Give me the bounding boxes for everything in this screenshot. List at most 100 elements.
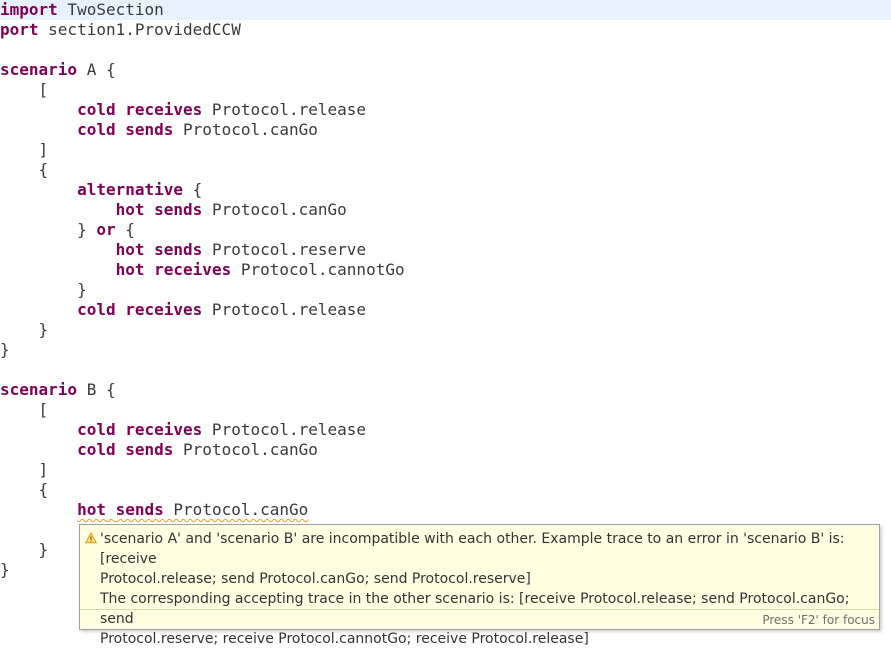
keyword-token: cold [77,440,116,459]
popup-divider [80,609,879,610]
code-token: [ [0,80,49,99]
keyword-token: sends [154,240,203,259]
code-line[interactable]: } or { [0,220,891,240]
code-token: section1.ProvidedCCW [38,20,241,39]
keyword-token: port [0,20,39,39]
code-token: ] [0,460,49,479]
code-line[interactable]: hot sends Protocol.reserve [0,240,891,260]
code-line[interactable]: port section1.ProvidedCCW [0,20,891,40]
code-line[interactable]: cold sends Protocol.canGo [0,120,891,140]
code-token: Protocol.canGo [173,440,318,459]
keyword-token: hot [115,200,145,219]
keyword-token: alternative [77,180,184,199]
code-token: TwoSection [57,0,164,19]
code-line[interactable]: cold receives Protocol.release [0,100,891,120]
code-token: Protocol.release [202,300,367,319]
keyword-token: or [96,220,116,239]
keyword-token: hot [115,260,145,279]
popup-message-line: Protocol.release; send Protocol.canGo; s… [100,571,531,587]
code-line[interactable] [0,40,891,60]
keyword-token: receives [125,420,203,439]
code-token: } [0,320,49,339]
code-token: } [0,280,87,299]
code-line[interactable]: } [0,340,891,360]
keyword-token: sends [154,200,203,219]
code-token: { [0,480,49,499]
keyword-token: sends [115,500,164,519]
keyword-token: receives [125,100,203,119]
code-line[interactable]: hot sends Protocol.canGo [0,200,891,220]
code-token: Protocol.cannotGo [231,260,405,279]
popup-message-line: 'scenario A' and 'scenario B' are incomp… [100,531,845,567]
code-line[interactable]: cold receives Protocol.release [0,420,891,440]
keyword-token: receives [154,260,232,279]
code-line[interactable]: import TwoSection [0,0,891,20]
code-line[interactable]: scenario A { [0,60,891,80]
keyword-token: hot [115,240,145,259]
code-line[interactable]: } [0,280,891,300]
code-line[interactable]: alternative { [0,180,891,200]
code-token: A { [77,60,116,79]
keyword-token: cold [77,120,116,139]
code-token: } [0,340,10,359]
code-token: { [183,180,203,199]
code-line[interactable] [0,360,891,380]
keyword-token: scenario [0,380,78,399]
code-line[interactable]: cold receives Protocol.release [0,300,891,320]
code-token: Protocol.release [202,420,367,439]
code-line[interactable]: cold sends Protocol.canGo [0,440,891,460]
code-line[interactable]: { [0,480,891,500]
code-line[interactable]: scenario B { [0,380,891,400]
code-line[interactable]: ] [0,140,891,160]
keyword-token: hot [77,500,106,519]
code-line[interactable]: [ [0,400,891,420]
keyword-token: import [0,0,58,19]
code-line[interactable]: [ [0,80,891,100]
keyword-token: cold [77,100,116,119]
code-token: Protocol.release [202,100,367,119]
code-token: } [0,560,10,579]
keyword-token: sends [125,440,174,459]
code-line[interactable]: ] [0,460,891,480]
code-line[interactable]: hot sends Protocol.canGo [0,500,891,520]
popup-message: 'scenario A' and 'scenario B' are incomp… [100,529,870,649]
keyword-token: scenario [0,60,78,79]
code-token: [ [0,400,49,419]
code-token: { [115,220,135,239]
code-token: } [0,220,97,239]
code-token: Protocol.reserve [202,240,367,259]
popup-message-line: Protocol.reserve; receive Protocol.canno… [100,631,589,647]
code-line[interactable]: { [0,160,891,180]
code-line[interactable]: hot receives Protocol.cannotGo [0,260,891,280]
code-token: Protocol.canGo [173,120,318,139]
keyword-token: cold [77,420,116,439]
keyword-token: sends [125,120,174,139]
focus-hint: Press 'F2' for focus [762,613,875,627]
code-line[interactable]: } [0,320,891,340]
code-token: Protocol.canGo [202,200,347,219]
code-token: Protocol.canGo [163,500,309,519]
code-token: { [0,160,49,179]
keyword-token: receives [125,300,203,319]
code-token: B { [77,380,116,399]
problem-hover-popup[interactable]: 'scenario A' and 'scenario B' are incomp… [79,524,880,647]
keyword-token: cold [77,300,116,319]
code-token: ] [0,140,49,159]
